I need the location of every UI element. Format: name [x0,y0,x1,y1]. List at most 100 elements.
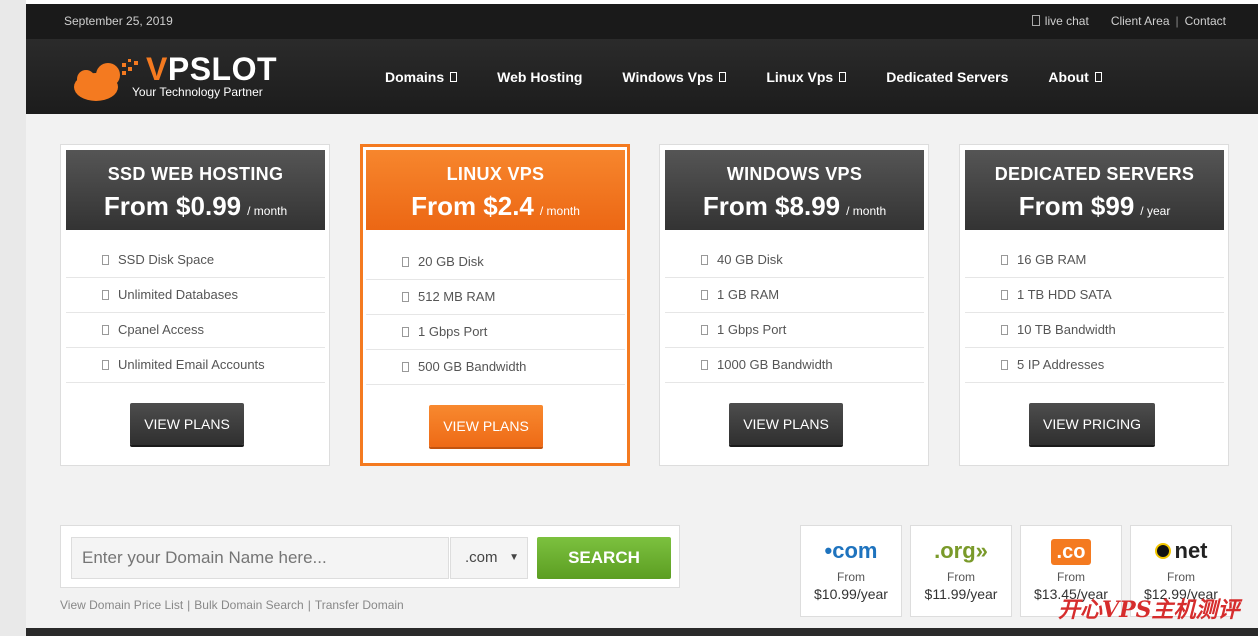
check-icon [102,290,109,300]
bulk-domain-search-link[interactable]: Bulk Domain Search [194,598,303,612]
contact-link[interactable]: Contact [1185,14,1226,28]
tld-from-label: From [947,570,975,584]
chevron-down-icon: ▼ [509,552,519,563]
plan-period: / month [247,204,288,218]
top-links: live chat Client Area | Contact [1031,14,1226,28]
check-icon [102,255,109,265]
feature-item: 10 TB Bandwidth [965,313,1224,348]
top-link-separator: | [1175,14,1179,28]
main-nav: Domains Web Hosting Windows Vps Linux Vp… [385,39,1102,114]
tld-logo: .org» [934,538,988,563]
tld-from-label: From [1057,570,1085,584]
check-icon [402,292,409,302]
nav-item-dedicated-servers[interactable]: Dedicated Servers [886,69,1008,85]
domain-price-list-link[interactable]: View Domain Price List [60,598,183,612]
plan-period: / month [539,204,580,218]
plan-features: 20 GB Disk 512 MB RAM 1 Gbps Port 500 GB… [366,245,625,385]
live-chat-label: live chat [1044,14,1089,28]
tld-card-com[interactable]: •com From $10.99/year [800,525,902,617]
nav-item-about[interactable]: About [1048,69,1102,85]
plan-title: LINUX VPS [446,164,545,184]
plan-header: WINDOWS VPS From $8.99/ month [665,150,924,230]
domain-search-button[interactable]: SEARCH [537,537,671,579]
tld-logo: •com [824,538,878,563]
dropdown-icon [719,71,727,82]
feature-item: 512 MB RAM [366,280,625,315]
feature-item: Unlimited Email Accounts [66,348,325,383]
transfer-domain-link[interactable]: Transfer Domain [315,598,404,612]
plan-card-ssd-web-hosting: SSD WEB HOSTING From $0.99/ month SSD Di… [60,144,330,466]
tld-logo: .co [1021,538,1121,566]
plan-period: / month [846,204,887,218]
view-plans-button[interactable]: VIEW PLANS [429,405,543,447]
domain-search-input[interactable] [71,537,449,579]
client-area-link[interactable]: Client Area [1111,14,1170,28]
check-icon [102,325,109,335]
feature-item: 1 Gbps Port [665,313,924,348]
live-chat-link[interactable]: live chat [1031,14,1089,28]
page: September 25, 2019 live chat Client Area… [26,4,1258,636]
plan-price: From $8.99/ month [702,191,887,221]
feature-item: 16 GB RAM [965,243,1224,278]
view-plans-button[interactable]: VIEW PLANS [130,403,244,445]
feature-item: 1000 GB Bandwidth [665,348,924,383]
domain-search-box: .com▼ SEARCH [60,525,680,588]
chat-icon [1031,15,1040,26]
nav-item-web-hosting[interactable]: Web Hosting [497,69,582,85]
view-plans-button[interactable]: VIEW PLANS [729,403,843,445]
plan-title: SSD WEB HOSTING [107,164,284,184]
net-logo-icon [1154,543,1171,559]
tld-from-label: From [1167,570,1195,584]
plan-title: WINDOWS VPS [726,164,863,184]
plan-price: From $2.4/ month [411,191,580,221]
nav-item-linux-vps[interactable]: Linux Vps [766,69,847,85]
main-header: VPSLOT Your Technology Partner Domains W… [26,39,1258,114]
tld-price: $10.99/year [814,586,888,602]
dropdown-icon [839,71,847,82]
tld-logo: net [1131,538,1231,566]
check-icon [1001,290,1008,300]
plan-features: 16 GB RAM 1 TB HDD SATA 10 TB Bandwidth … [965,243,1224,383]
check-icon [701,325,708,335]
check-icon [102,360,109,370]
view-pricing-button[interactable]: VIEW PRICING [1029,403,1155,445]
check-icon [1001,360,1008,370]
nav-item-domains[interactable]: Domains [385,69,458,85]
plan-title: DEDICATED SERVERS [994,164,1195,184]
check-icon [701,290,708,300]
brand-tagline: Your Technology Partner [132,85,263,99]
check-icon [1001,255,1008,265]
tld-card-org[interactable]: .org» From $11.99/year [910,525,1012,617]
plan-price: From $99/ year [1018,191,1171,221]
feature-item: 5 IP Addresses [965,348,1224,383]
watermark: 开心VPS主机测评 [1058,597,1240,623]
feature-item: Cpanel Access [66,313,325,348]
plan-price: From $0.99/ month [103,191,288,221]
feature-item: 500 GB Bandwidth [366,350,625,385]
plan-header: SSD WEB HOSTING From $0.99/ month [66,150,325,230]
plan-features: SSD Disk Space Unlimited Databases Cpane… [66,243,325,383]
tld-select[interactable]: .com ▼ [450,537,528,579]
check-icon [402,362,409,372]
tld-price: $11.99/year [924,586,998,602]
check-icon [402,257,409,267]
feature-item: 1 TB HDD SATA [965,278,1224,313]
cloud-logo-icon [74,59,138,101]
site-logo[interactable]: VPSLOT Your Technology Partner [70,51,280,101]
check-icon [701,255,708,265]
plan-features: 40 GB Disk 1 GB RAM 1 Gbps Port 1000 GB … [665,243,924,383]
current-date: September 25, 2019 [64,14,173,28]
nav-item-windows-vps[interactable]: Windows Vps [622,69,727,85]
pricing-plans: SSD WEB HOSTING From $0.99/ month SSD Di… [60,144,1230,466]
check-icon [1001,325,1008,335]
footer-bar [26,628,1258,636]
brand-name: VPSLOT [146,51,278,87]
domain-links: View Domain Price List | Bulk Domain Searc… [60,598,404,612]
feature-item: 40 GB Disk [665,243,924,278]
plan-period: / year [1140,204,1171,218]
plan-card-windows-vps: WINDOWS VPS From $8.99/ month 40 GB Disk… [659,144,929,466]
check-icon [402,327,409,337]
plan-card-linux-vps: LINUX VPS From $2.4/ month 20 GB Disk 51… [360,144,630,466]
feature-item: 20 GB Disk [366,245,625,280]
feature-item: SSD Disk Space [66,243,325,278]
